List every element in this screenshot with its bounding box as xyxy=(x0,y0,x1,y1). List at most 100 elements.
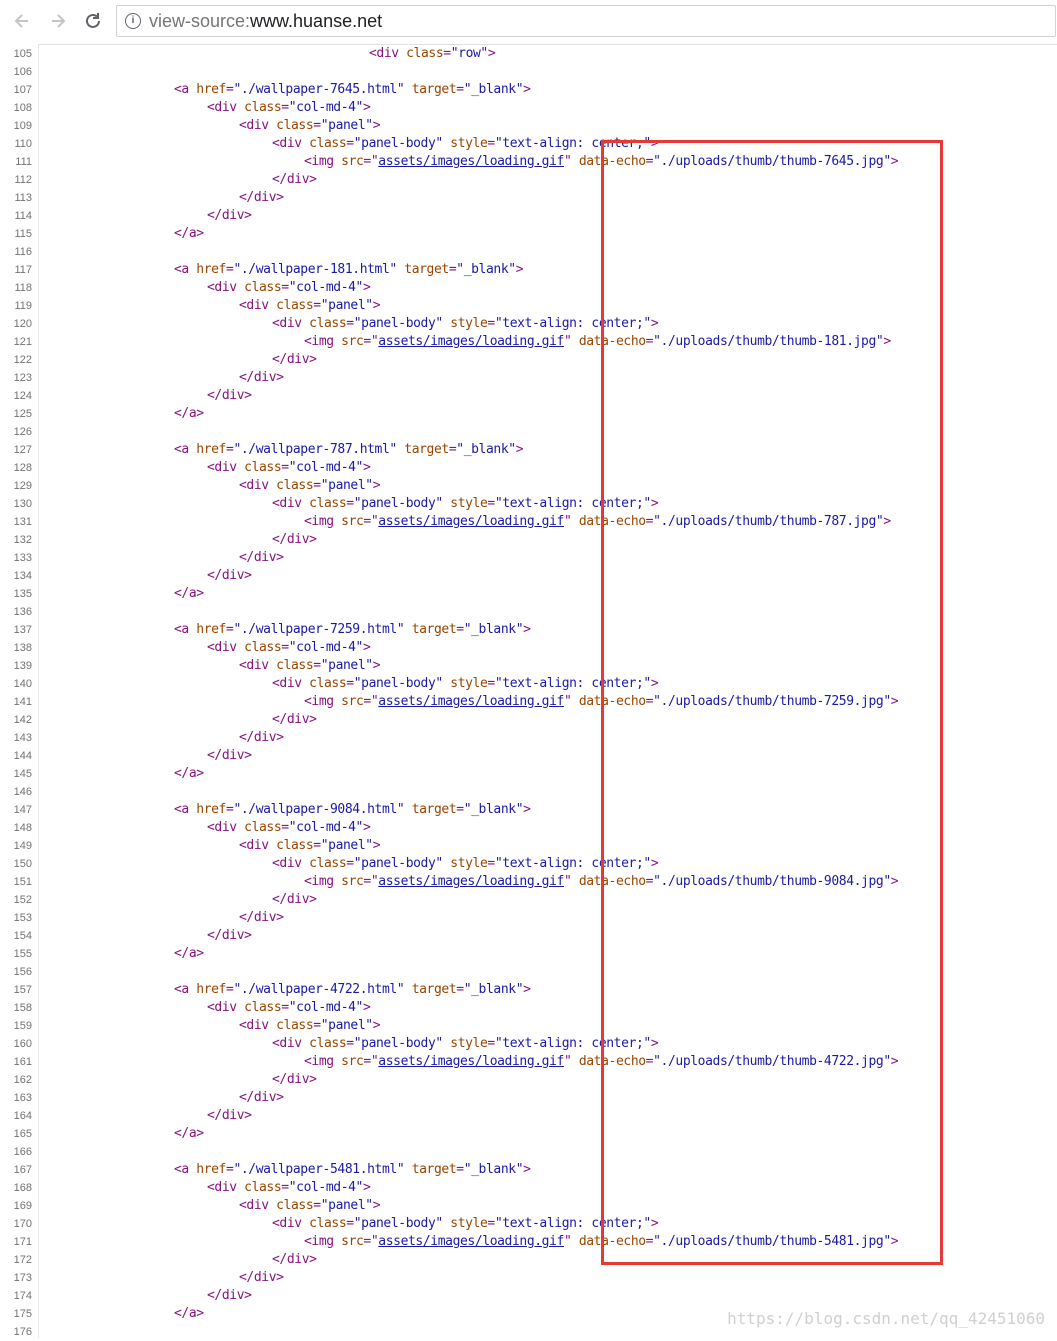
line-code: <div class="panel-body" style="text-alig… xyxy=(272,1036,659,1051)
source-line-anchor: 127 <a href="./wallpaper-787.html" target… xyxy=(0,441,1057,459)
source-line-close: 145 </a> xyxy=(0,765,1057,783)
line-number: 148 xyxy=(13,822,32,834)
source-line-close: 173 </div> xyxy=(0,1269,1057,1287)
source-line-close: 113 </div> xyxy=(0,189,1057,207)
arrow-right-icon xyxy=(52,14,66,28)
source-line-blank: 146 xyxy=(0,783,1057,801)
line-code: </div> xyxy=(207,1288,252,1303)
line-code: </a> xyxy=(174,946,204,961)
address-bar[interactable]: i view-source:www.huanse.net xyxy=(116,5,1056,37)
forward-button[interactable] xyxy=(47,10,69,32)
reload-button[interactable] xyxy=(82,10,104,32)
source-line-blank: 156 xyxy=(0,963,1057,981)
url-scheme: view-source: xyxy=(149,11,251,31)
line-number: 162 xyxy=(13,1074,32,1086)
line-number: 152 xyxy=(13,894,32,906)
line-code: </div> xyxy=(272,1072,317,1087)
line-number: 133 xyxy=(13,552,32,564)
line-number: 125 xyxy=(13,408,32,420)
line-number: 122 xyxy=(13,354,32,366)
line-code: </div> xyxy=(239,550,284,565)
source-line-close: 115 </a> xyxy=(0,225,1057,243)
source-line-close: 153 </div> xyxy=(0,909,1057,927)
source-line-close: 124 </div> xyxy=(0,387,1057,405)
line-number: 130 xyxy=(13,498,32,510)
line-code: </div> xyxy=(207,208,252,223)
source-line-blank: 126 xyxy=(0,423,1057,441)
line-code: </div> xyxy=(207,928,252,943)
source-line-close: 155 </a> xyxy=(0,945,1057,963)
line-number: 147 xyxy=(13,804,32,816)
source-line-panel-body: 160 <div class="panel-body" style="text-a… xyxy=(0,1035,1057,1053)
source-line-col: 168 <div class="col-md-4"> xyxy=(0,1179,1057,1197)
source-line-panel-body: 110 <div class="panel-body" style="text-a… xyxy=(0,135,1057,153)
line-number: 139 xyxy=(13,660,32,672)
line-number: 108 xyxy=(13,102,32,114)
line-number: 171 xyxy=(13,1236,32,1248)
line-code: </div> xyxy=(272,172,317,187)
line-code: </div> xyxy=(207,568,252,583)
line-code: <div class="panel"> xyxy=(239,1198,381,1213)
line-number: 156 xyxy=(13,966,32,978)
line-number: 114 xyxy=(14,210,32,222)
line-code: </a> xyxy=(174,1126,204,1141)
source-line-panel: 129 <div class="panel"> xyxy=(0,477,1057,495)
line-number: 169 xyxy=(13,1200,32,1212)
source-line-panel-body: 170 <div class="panel-body" style="text-a… xyxy=(0,1215,1057,1233)
line-number: 126 xyxy=(13,426,32,438)
line-number: 107 xyxy=(13,84,32,96)
line-number: 146 xyxy=(13,786,32,798)
line-number: 132 xyxy=(13,534,32,546)
line-code: </div> xyxy=(239,910,284,925)
arrow-left-icon xyxy=(14,14,28,28)
source-line-blank: 116 xyxy=(0,243,1057,261)
line-number: 144 xyxy=(13,750,32,762)
line-number: 115 xyxy=(14,228,32,240)
line-code: </div> xyxy=(239,730,284,745)
line-code: </a> xyxy=(174,406,204,421)
line-number: 142 xyxy=(13,714,32,726)
line-number: 127 xyxy=(13,444,32,456)
source-line-img: 121 <img src="assets/images/loading.gif" … xyxy=(0,333,1057,351)
line-number: 160 xyxy=(13,1038,32,1050)
line-number: 121 xyxy=(13,336,32,348)
line-code: <a href="./wallpaper-181.html" target="_… xyxy=(174,262,524,277)
line-number: 164 xyxy=(13,1110,32,1122)
info-icon[interactable]: i xyxy=(125,13,141,29)
source-line-blank: 166 xyxy=(0,1143,1057,1161)
line-number: 173 xyxy=(13,1272,32,1284)
line-code: </div> xyxy=(272,1252,317,1267)
source-line-row-div: 105 <div class="row"> xyxy=(0,45,1057,63)
line-number: 168 xyxy=(13,1182,32,1194)
watermark: https://blog.csdn.net/qq_42451060 xyxy=(727,1309,1045,1328)
back-button[interactable] xyxy=(11,10,33,32)
line-code: <div class="col-md-4"> xyxy=(207,100,371,115)
source-line-close: 164 </div> xyxy=(0,1107,1057,1125)
source-line-close: 154 </div> xyxy=(0,927,1057,945)
source-line-close: 165 </a> xyxy=(0,1125,1057,1143)
source-line-close: 112 </div> xyxy=(0,171,1057,189)
line-number: 145 xyxy=(13,768,32,780)
line-code: <div class="col-md-4"> xyxy=(207,640,371,655)
line-number: 176 xyxy=(13,1326,32,1338)
line-number: 159 xyxy=(13,1020,32,1032)
line-code: <div class="col-md-4"> xyxy=(207,280,371,295)
line-code: <div class="panel-body" style="text-alig… xyxy=(272,136,659,151)
source-line-blank: 106 xyxy=(0,63,1057,81)
line-number: 166 xyxy=(13,1146,32,1158)
source-line-panel: 109 <div class="panel"> xyxy=(0,117,1057,135)
line-number: 124 xyxy=(13,390,32,402)
source-line-anchor: 147 <a href="./wallpaper-9084.html" targe… xyxy=(0,801,1057,819)
line-code: <div class="panel-body" style="text-alig… xyxy=(272,496,659,511)
line-code: <img src="assets/images/loading.gif" dat… xyxy=(304,874,899,889)
source-line-anchor: 167 <a href="./wallpaper-5481.html" targe… xyxy=(0,1161,1057,1179)
line-number: 134 xyxy=(13,570,32,582)
source-line-close: 174 </div> xyxy=(0,1287,1057,1305)
line-number: 131 xyxy=(13,516,32,528)
source-code-view: 105 <div class="row"> 106 107 <a href="./wal… xyxy=(0,44,1057,1338)
line-number: 116 xyxy=(14,246,32,258)
source-line-panel: 159 <div class="panel"> xyxy=(0,1017,1057,1035)
source-line-anchor: 117 <a href="./wallpaper-181.html" target… xyxy=(0,261,1057,279)
line-code: </div> xyxy=(207,1108,252,1123)
line-number: 106 xyxy=(13,66,32,78)
